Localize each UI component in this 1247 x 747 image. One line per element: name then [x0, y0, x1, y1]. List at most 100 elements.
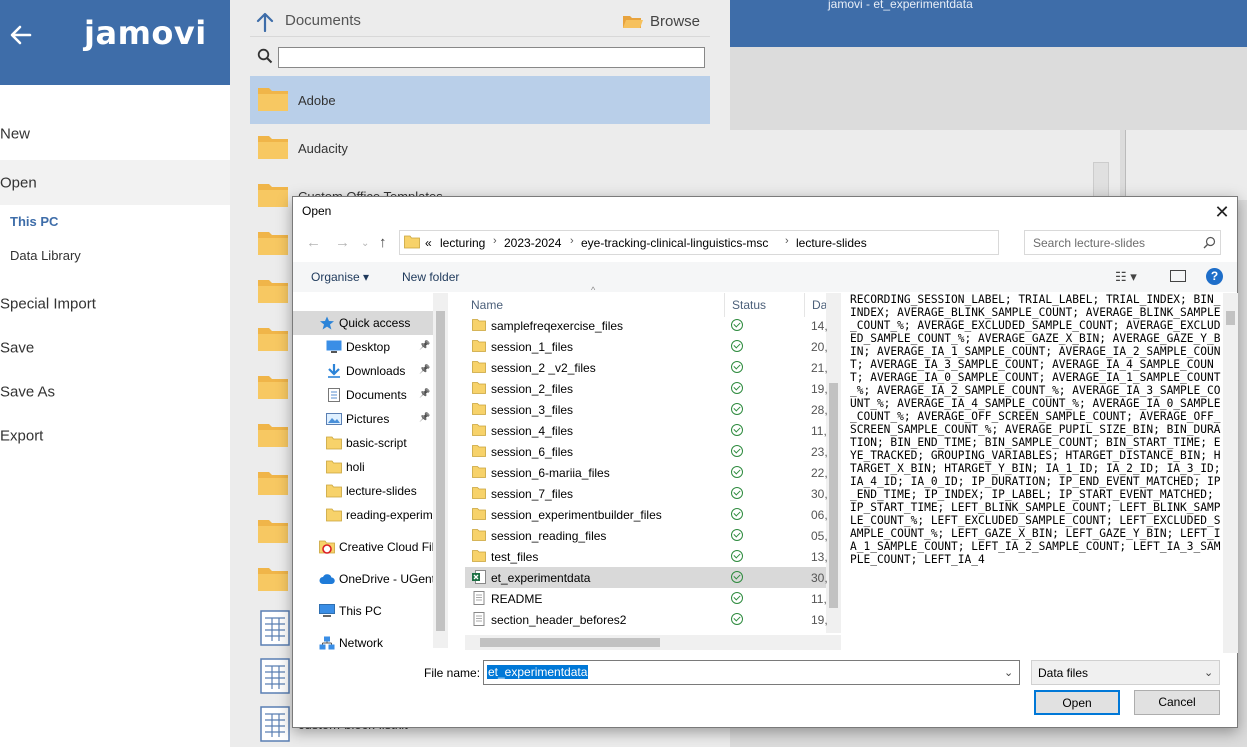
file-date: 21, [811, 361, 828, 375]
column-separator[interactable] [804, 293, 805, 317]
file-name-input[interactable]: et_experimentdata ⌄ [483, 660, 1020, 685]
file-type-select[interactable]: Data files ⌄ [1031, 660, 1220, 685]
menu-item-save-as[interactable]: Save As [0, 374, 230, 410]
file-row[interactable]: session_6-mariia_files 22, [465, 462, 828, 483]
up-arrow-icon[interactable]: ↑ [379, 234, 387, 251]
file-row[interactable]: et_experimentdata 30, [465, 567, 828, 588]
nav-item[interactable]: Desktop 📌 [293, 335, 433, 359]
nav-item[interactable]: basic-script [293, 431, 433, 455]
file-name-value[interactable]: et_experimentdata [487, 665, 589, 679]
arrow-up-icon[interactable] [256, 12, 274, 32]
close-icon[interactable]: ✕ [1211, 201, 1233, 223]
nav-item[interactable]: holi [293, 455, 433, 479]
file-name: session_6_files [491, 445, 574, 459]
file-row[interactable]: section_header_befores2 19, [465, 609, 828, 630]
file-date: 14, [811, 319, 828, 333]
preview-pane: RECORDING_SESSION_LABEL; TRIAL_LABEL; TR… [848, 293, 1238, 653]
file-row[interactable]: session_reading_files 05, [465, 525, 828, 546]
nav-item[interactable]: Quick access [293, 311, 433, 335]
search-field[interactable]: Search lecture-slides [1024, 230, 1221, 255]
menu-item-new[interactable]: New [0, 110, 230, 158]
breadcrumb-item[interactable]: lecture-slides [796, 236, 867, 250]
breadcrumb-item[interactable]: lecturing [440, 236, 485, 250]
nav-item[interactable]: Documents 📌 [293, 383, 433, 407]
arrow-left-icon[interactable] [8, 22, 34, 48]
nav-item[interactable]: Pictures 📌 [293, 407, 433, 431]
menu-sub-data-library[interactable]: Data Library [10, 248, 81, 263]
column-separator[interactable] [724, 293, 725, 317]
open-button[interactable]: Open [1034, 690, 1120, 715]
horizontal-scrollbar[interactable] [465, 635, 841, 650]
breadcrumb-item[interactable]: eye-tracking-clinical-linguistics-msc [581, 236, 768, 250]
file-row[interactable]: session_4_files 11, [465, 420, 827, 441]
menu-item-special-import[interactable]: Special Import [0, 286, 230, 322]
menu-item-save[interactable]: Save [0, 330, 230, 366]
nav-item-label: reading-experim [346, 508, 433, 522]
cancel-button[interactable]: Cancel [1134, 690, 1220, 715]
menu-item-export[interactable]: Export [0, 418, 230, 454]
new-folder-button[interactable]: New folder [402, 270, 459, 284]
scrollbar[interactable] [1093, 162, 1109, 200]
file-name: session_7_files [491, 487, 574, 501]
organise-menu[interactable]: Organise ▾ [311, 270, 369, 284]
scroll-thumb[interactable] [1226, 311, 1235, 325]
browse-button[interactable]: Browse [620, 10, 700, 34]
preview-pane-icon[interactable] [1170, 270, 1186, 282]
chevron-right-icon[interactable]: › [785, 235, 789, 247]
file-name: samplefreqexercise_files [491, 319, 624, 333]
nav-item-label: This PC [339, 604, 382, 618]
file-date: 05, [811, 529, 828, 543]
file-row[interactable]: session_1_files 20, [465, 336, 828, 357]
nav-item[interactable]: lecture-slides [293, 479, 433, 503]
nav-item[interactable]: Creative Cloud Fil [293, 535, 433, 559]
breadcrumb-item[interactable]: 2023-2024 [504, 236, 561, 250]
folder-icon [472, 444, 486, 458]
scroll-thumb[interactable] [480, 638, 660, 647]
creative-cloud-icon [319, 540, 335, 554]
vertical-scrollbar[interactable] [1223, 293, 1238, 653]
scroll-thumb[interactable] [829, 383, 838, 608]
chevron-right-icon[interactable]: › [570, 235, 574, 247]
menu-sub-this-pc[interactable]: This PC [10, 214, 58, 229]
chevron-down-icon[interactable]: ⌄ [361, 238, 369, 249]
file-row[interactable]: session_2_files 19, [465, 378, 828, 399]
computer-icon [319, 604, 335, 618]
help-icon[interactable]: ? [1206, 268, 1223, 285]
menu-item-open[interactable]: Open [0, 160, 230, 205]
vertical-scrollbar[interactable] [826, 293, 841, 633]
breadcrumb-overflow[interactable]: « [425, 236, 432, 250]
file-row[interactable]: README 11, [465, 588, 827, 609]
browser-search-input[interactable] [278, 47, 705, 68]
file-row[interactable]: session_experimentbuilder_files 06, [465, 504, 828, 525]
file-row[interactable]: session_2 _v2_files 21, [465, 357, 828, 378]
file-row[interactable]: samplefreqexercise_files 14, [465, 315, 828, 336]
jamovi-logo: jamovi [84, 14, 207, 52]
backstage-menu: jamovi New Open This PC Data Library Spe… [0, 0, 230, 747]
column-header-status[interactable]: Status [732, 298, 766, 312]
vertical-scrollbar[interactable] [433, 293, 448, 648]
folder-row[interactable]: Audacity [250, 124, 710, 172]
address-bar[interactable]: « lecturing › 2023-2024 › eye-tracking-c… [399, 230, 1108, 255]
column-header-name[interactable]: Name [471, 298, 503, 312]
file-row[interactable]: session_6_files 23, [465, 441, 828, 462]
folder-row[interactable]: Adobe [250, 76, 710, 124]
back-arrow-icon[interactable]: ← [306, 234, 321, 251]
file-row[interactable]: session_3_files 28, [465, 399, 828, 420]
nav-item[interactable]: Network [293, 631, 433, 655]
forward-arrow-icon[interactable]: → [335, 234, 350, 251]
chevron-down-icon[interactable]: ⌄ [1004, 666, 1013, 679]
nav-item[interactable]: This PC [293, 599, 433, 623]
file-date: 06, [811, 508, 828, 522]
nav-item[interactable]: Downloads 📌 [293, 359, 433, 383]
folder-icon [258, 136, 288, 159]
view-options-icon[interactable]: ☷ ▾ [1115, 269, 1137, 285]
chevron-right-icon[interactable]: › [493, 235, 497, 247]
nav-item-label: basic-script [346, 436, 407, 450]
file-row[interactable]: session_7_files 30, [465, 483, 828, 504]
file-date: 19, [811, 613, 828, 627]
file-name: section_header_befores2 [491, 613, 627, 627]
nav-item[interactable]: OneDrive - UGent [293, 567, 433, 591]
scroll-thumb[interactable] [436, 311, 445, 631]
nav-item[interactable]: reading-experim [293, 503, 433, 527]
file-row[interactable]: test_files 13, [465, 546, 828, 567]
